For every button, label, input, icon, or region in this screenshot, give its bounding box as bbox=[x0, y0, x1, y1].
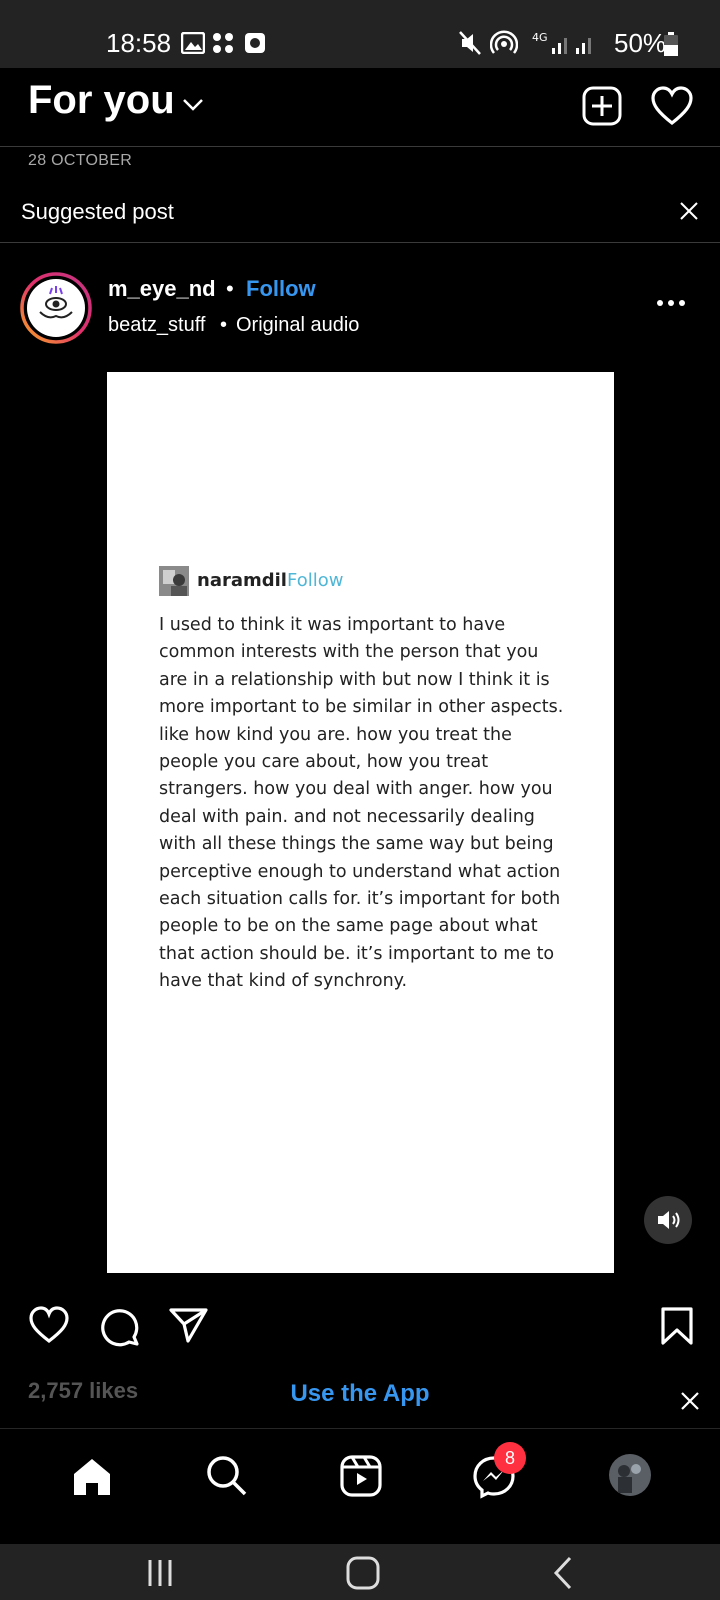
status-bar: 18:58 4G 50% bbox=[0, 0, 720, 68]
embedded-follow-label: Follow bbox=[287, 570, 344, 591]
use-app-banner: Use the App bbox=[0, 1380, 720, 1408]
suggested-post-bar: Suggested post bbox=[0, 180, 720, 243]
post-actions bbox=[0, 1300, 720, 1352]
embedded-post-text: I used to think it was important to have… bbox=[159, 615, 564, 992]
gallery-notification-icon bbox=[181, 32, 205, 54]
battery-percent: 50% bbox=[614, 28, 667, 58]
home-button-icon[interactable] bbox=[346, 1556, 380, 1590]
status-time: 18:58 bbox=[106, 28, 172, 58]
signal-icon: 4G bbox=[532, 31, 591, 54]
home-icon[interactable] bbox=[72, 1457, 112, 1497]
like-icon[interactable] bbox=[28, 1306, 70, 1344]
follow-button[interactable]: Follow bbox=[246, 276, 316, 302]
use-app-link[interactable]: Use the App bbox=[290, 1380, 429, 1407]
profile-avatar[interactable] bbox=[608, 1453, 652, 1497]
feed-title[interactable]: For you bbox=[28, 78, 175, 123]
sound-toggle[interactable] bbox=[644, 1196, 692, 1244]
separator-dot: • bbox=[226, 276, 234, 301]
post-image[interactable]: naramdil Follow I used to think it was i… bbox=[107, 372, 614, 1273]
messages-badge: 8 bbox=[494, 1442, 526, 1474]
search-icon[interactable] bbox=[206, 1455, 248, 1497]
suggested-post-label: Suggested post bbox=[21, 199, 174, 224]
close-icon[interactable] bbox=[680, 202, 698, 220]
banner-close-icon[interactable] bbox=[681, 1392, 699, 1410]
save-bookmark-icon[interactable] bbox=[660, 1306, 694, 1346]
screen-recorder-icon bbox=[245, 33, 265, 53]
svg-text:4G: 4G bbox=[532, 31, 548, 44]
audio-author[interactable]: beatz_stuff bbox=[108, 314, 205, 337]
mute-icon bbox=[459, 31, 481, 55]
system-navigation-bar bbox=[0, 1544, 720, 1600]
battery-icon bbox=[664, 32, 678, 56]
embedded-avatar bbox=[159, 566, 189, 596]
audio-separator-dot: • bbox=[220, 314, 228, 336]
volume-icon bbox=[658, 1211, 680, 1229]
reels-icon[interactable] bbox=[340, 1455, 382, 1497]
back-icon[interactable] bbox=[552, 1556, 574, 1590]
create-post-icon[interactable] bbox=[582, 86, 622, 126]
post-username[interactable]: m_eye_nd bbox=[108, 276, 216, 302]
app-header: For you bbox=[0, 68, 720, 147]
recent-apps-icon[interactable] bbox=[146, 1558, 176, 1588]
share-icon[interactable] bbox=[168, 1306, 210, 1344]
chevron-down-icon[interactable] bbox=[182, 98, 204, 112]
more-options-icon[interactable] bbox=[656, 299, 686, 307]
apps-notification-icon bbox=[213, 33, 233, 53]
feed-date: 28 OCTOBER bbox=[28, 152, 133, 169]
hotspot-icon bbox=[490, 30, 518, 54]
embedded-username: naramdil bbox=[197, 570, 287, 591]
avatar[interactable] bbox=[20, 272, 92, 344]
post-header: m_eye_nd • Follow beatz_stuff • Original… bbox=[0, 244, 720, 370]
audio-label[interactable]: Original audio bbox=[236, 314, 359, 337]
heart-notifications-icon[interactable] bbox=[650, 86, 694, 126]
comment-icon[interactable] bbox=[98, 1305, 140, 1347]
bottom-navigation bbox=[0, 1428, 720, 1545]
